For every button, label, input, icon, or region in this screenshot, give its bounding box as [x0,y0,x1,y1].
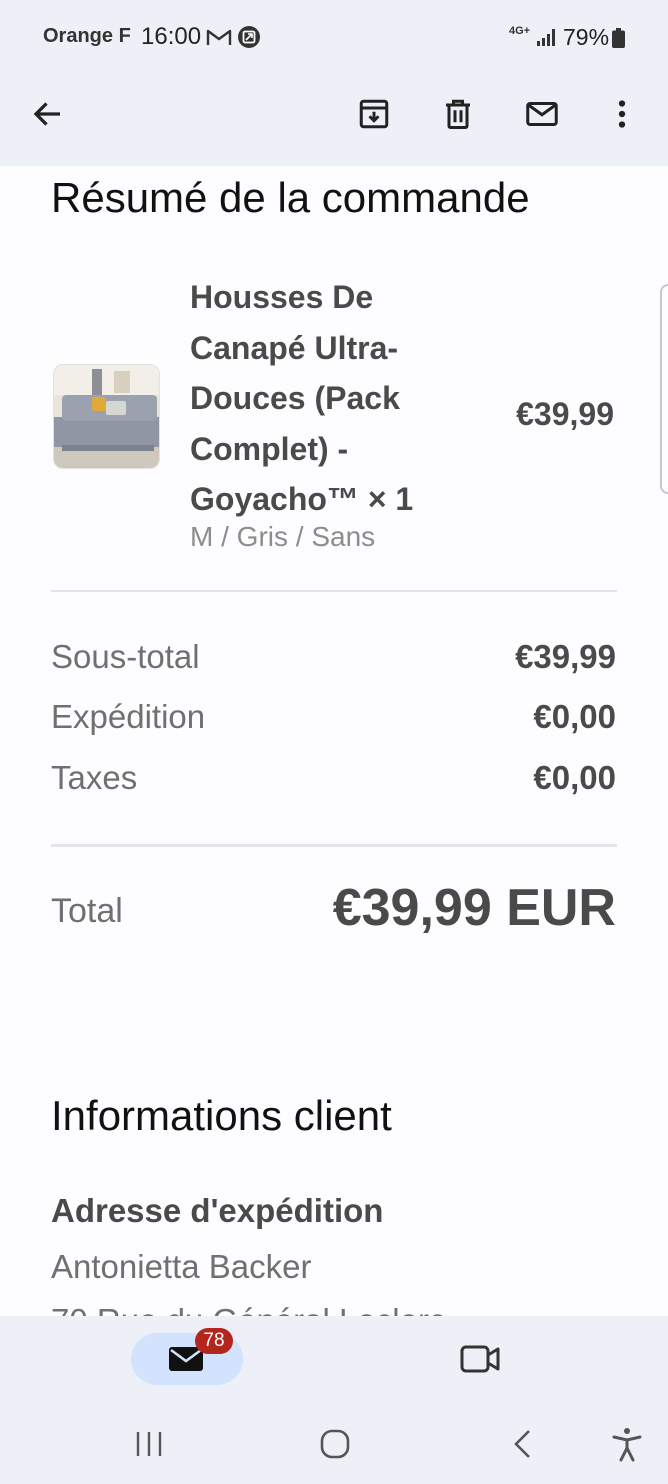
shipping-value: €0,00 [533,698,616,735]
home-icon[interactable] [317,1426,353,1462]
back-nav-icon[interactable] [505,1426,541,1462]
carrier-name: Orange F [43,25,131,47]
archive-button[interactable] [350,90,398,138]
taxes-value: €0,00 [533,759,616,796]
subtotal-label: Sous-total [51,638,200,675]
more-vert-icon [618,100,626,128]
taxes-label: Taxes [51,759,138,796]
back-button[interactable] [24,90,72,138]
system-nav-bar [0,1400,668,1484]
shipping-label: Expédition [51,698,206,735]
bottom-nav: 78 [0,1316,668,1400]
sofa-image [54,365,159,468]
clock: 16:00 [141,23,202,50]
app-notification-icon [238,26,260,48]
mark-unread-button[interactable] [518,90,566,138]
battery-percent: 79% [563,24,610,50]
network-type: 4G+ [509,25,531,37]
divider [51,590,617,592]
mail-icon [526,102,558,126]
delete-button[interactable] [434,90,482,138]
arrow-left-icon [33,102,60,126]
status-bar: Orange F 16:00 4G+ 79% [0,0,668,76]
scroll-handle[interactable] [660,284,668,494]
battery-icon [612,28,625,48]
product-variant: M / Gris / Sans [190,521,376,552]
trash-icon [446,99,470,129]
email-body[interactable]: Résumé de la commande Housses De Canapé … [0,166,668,1316]
accessibility-icon[interactable] [609,1426,645,1462]
shipping-address-heading: Adresse d'expédition [51,1192,384,1229]
more-options-button[interactable] [598,90,646,138]
product-image [53,364,160,469]
order-summary-title: Résumé de la commande [51,174,530,221]
divider [51,844,617,847]
address-line: Antonietta Backer [51,1248,312,1285]
recent-apps-icon[interactable] [131,1426,167,1462]
total-label: Total [51,892,123,930]
app-bar [0,76,668,166]
video-camera-icon[interactable] [459,1340,501,1378]
subtotal-value: €39,99 [515,638,616,675]
total-value: €39,99 EUR [332,879,616,937]
product-price: €39,99 [516,396,614,432]
signal-icon [537,29,555,46]
gmail-notification-icon [206,29,232,45]
unread-count-badge: 78 [195,1328,233,1354]
product-name: Housses De Canapé Ultra-Douces (Pack Com… [190,279,414,517]
customer-info-title: Informations client [51,1092,392,1139]
archive-icon [359,99,389,129]
address-line: 70 Rue du Général Leclerc [51,1302,445,1316]
